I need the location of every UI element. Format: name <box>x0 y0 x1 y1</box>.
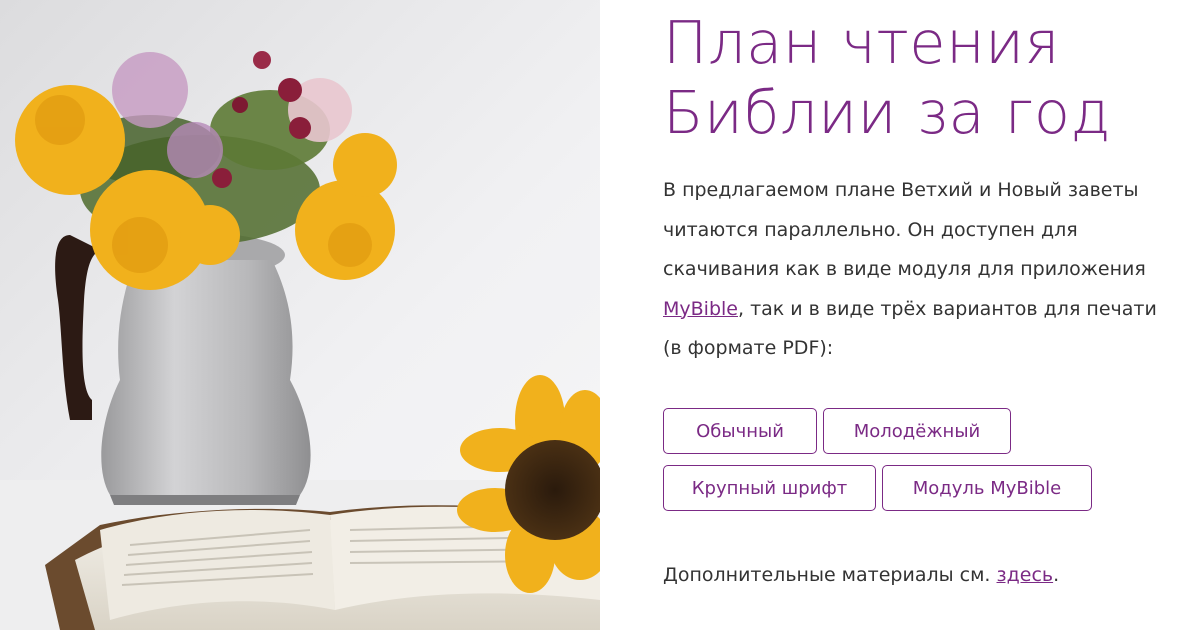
download-mybible-module-button[interactable]: Модуль MyBible <box>882 465 1092 511</box>
description-text-2: , так и в виде трёх вариантов для печати… <box>663 297 1157 360</box>
content-panel: План чтения Библии за год В предлагаемом… <box>663 0 1183 630</box>
footer-text: Дополнительные материалы см. <box>663 564 997 586</box>
download-youth-button[interactable]: Молодёжный <box>823 408 1011 454</box>
more-materials-link[interactable]: здесь <box>997 564 1054 586</box>
footer-note: Дополнительные материалы см. здесь. <box>663 564 1059 586</box>
mybible-link[interactable]: MyBible <box>663 298 738 320</box>
footer-period: . <box>1053 564 1060 586</box>
download-regular-button[interactable]: Обычный <box>663 408 817 454</box>
description: В предлагаемом плане Ветхий и Новый заве… <box>663 171 1163 369</box>
title-line-1: План чтения <box>663 8 1060 77</box>
download-large-font-button[interactable]: Крупный шрифт <box>663 465 876 511</box>
page-title: План чтения Библии за год <box>663 8 1111 148</box>
title-line-2: Библии за год <box>663 78 1111 147</box>
still-life-illustration <box>0 51 600 630</box>
description-text-1: В предлагаемом плане Ветхий и Новый заве… <box>663 179 1146 280</box>
hero-photo <box>0 0 600 630</box>
